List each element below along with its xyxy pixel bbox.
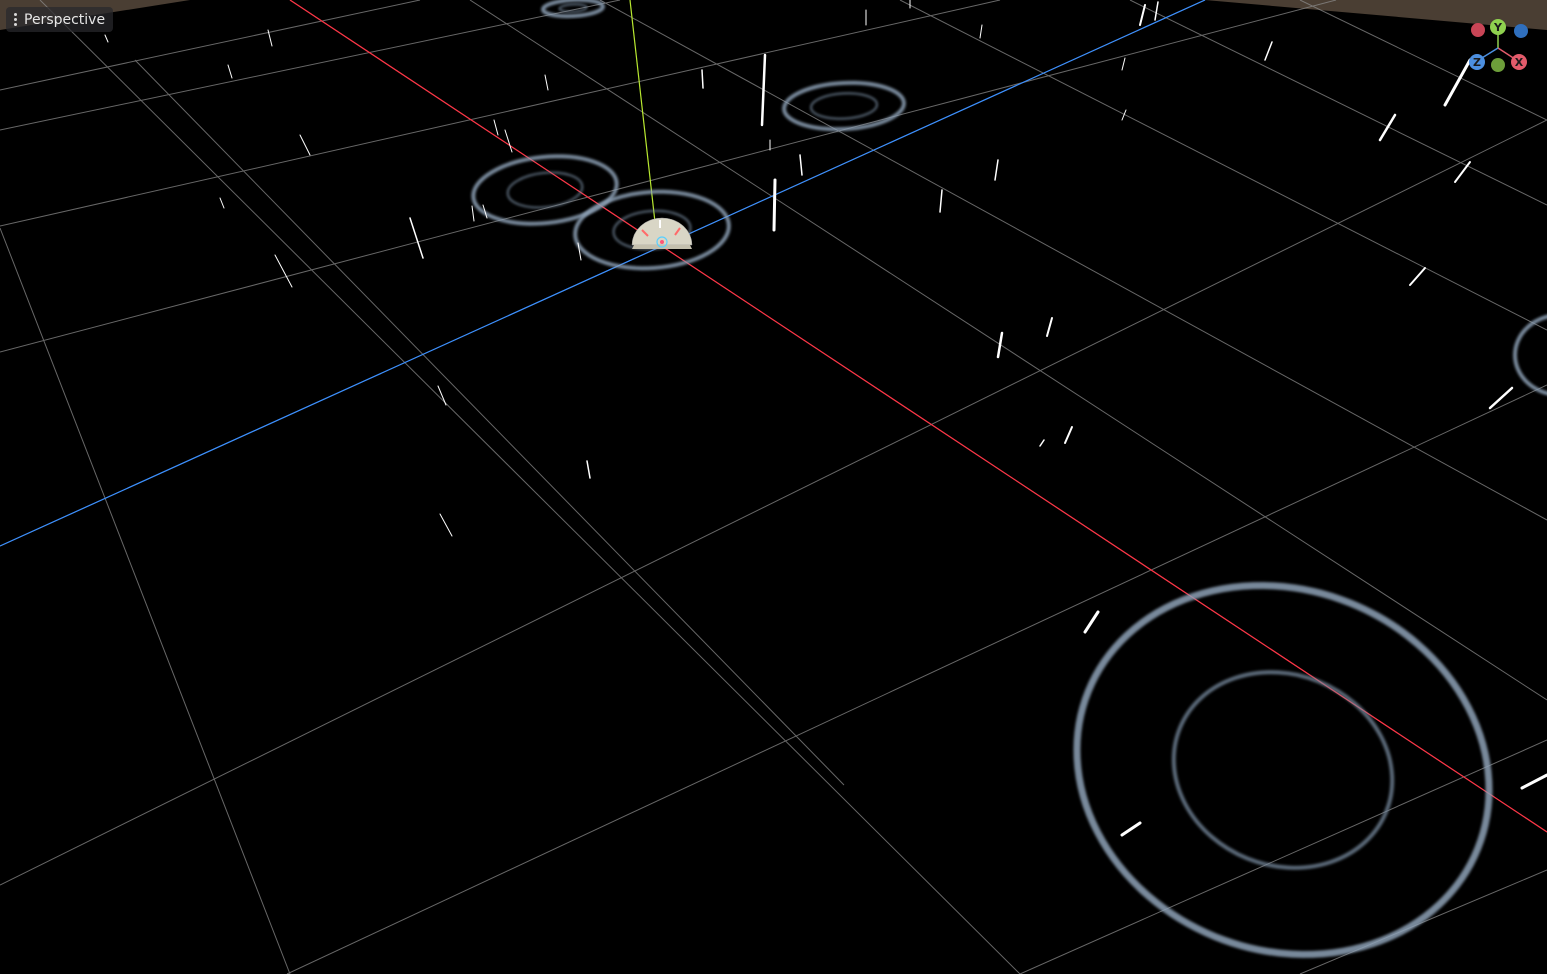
rain-streak: [219, 197, 225, 209]
y-axis-line: [629, 0, 658, 241]
z-axis-line: [0, 0, 1206, 547]
rain-streak: [1046, 317, 1053, 337]
gizmo-y-label: Y: [1493, 21, 1503, 34]
rain-streak: [409, 217, 424, 259]
ripple-ring: [782, 80, 906, 132]
rain-streak: [299, 134, 311, 156]
ripple-ring: [471, 154, 619, 226]
rain-streak: [1378, 113, 1397, 142]
gizmo-x-label: X: [1515, 56, 1524, 69]
rain-streak: [1154, 1, 1159, 21]
3d-viewport[interactable]: Perspective Y X Z: [0, 0, 1547, 974]
rain-streak: [1139, 4, 1146, 26]
rain-streak: [1409, 267, 1426, 286]
rain-streak: [1083, 610, 1100, 634]
gizmo-neg-x[interactable]: [1471, 23, 1485, 37]
rain-streak: [1520, 773, 1547, 790]
rain-streak: [274, 254, 293, 288]
rain-streak: [439, 513, 453, 537]
rain-streak: [760, 53, 767, 127]
rain-streak: [437, 385, 447, 406]
rain-ripples: [471, 0, 1547, 959]
rain-streak: [1121, 57, 1126, 71]
rain-streak: [939, 189, 943, 213]
rain-streak: [227, 64, 233, 79]
scene-canvas[interactable]: [0, 0, 1547, 974]
rain-streak: [493, 119, 499, 136]
rain-streak: [471, 205, 475, 222]
rain-streak: [1454, 161, 1471, 183]
rain-streak: [1488, 386, 1514, 410]
rain-streak: [586, 460, 591, 479]
rain-streak: [701, 69, 704, 89]
gizmo-neg-z[interactable]: [1514, 24, 1528, 38]
floor-grid: [0, 0, 1547, 974]
ripple-ring: [1073, 581, 1493, 959]
rain-streak: [979, 24, 983, 39]
rain-streak: [504, 129, 513, 153]
rain-streak: [799, 154, 803, 176]
rain-streak: [1039, 439, 1045, 447]
particle-emitter-icon[interactable]: [631, 217, 693, 249]
perspective-label: Perspective: [24, 11, 106, 28]
view-menu-button[interactable]: Perspective: [6, 7, 114, 32]
ripple-ring: [541, 0, 605, 19]
orientation-gizmo[interactable]: Y X Z: [1465, 15, 1541, 77]
rain-streak: [544, 74, 549, 91]
rain-streak: [772, 178, 777, 232]
rain-streak: [1120, 821, 1142, 837]
gizmo-neg-y[interactable]: [1491, 58, 1505, 72]
rain-streak: [994, 159, 999, 181]
rain-streak: [1264, 41, 1273, 61]
rain-streak: [1064, 426, 1073, 444]
kebab-menu-icon: [12, 13, 18, 26]
rain-streak: [104, 34, 109, 43]
gizmo-z-label: Z: [1473, 56, 1481, 69]
